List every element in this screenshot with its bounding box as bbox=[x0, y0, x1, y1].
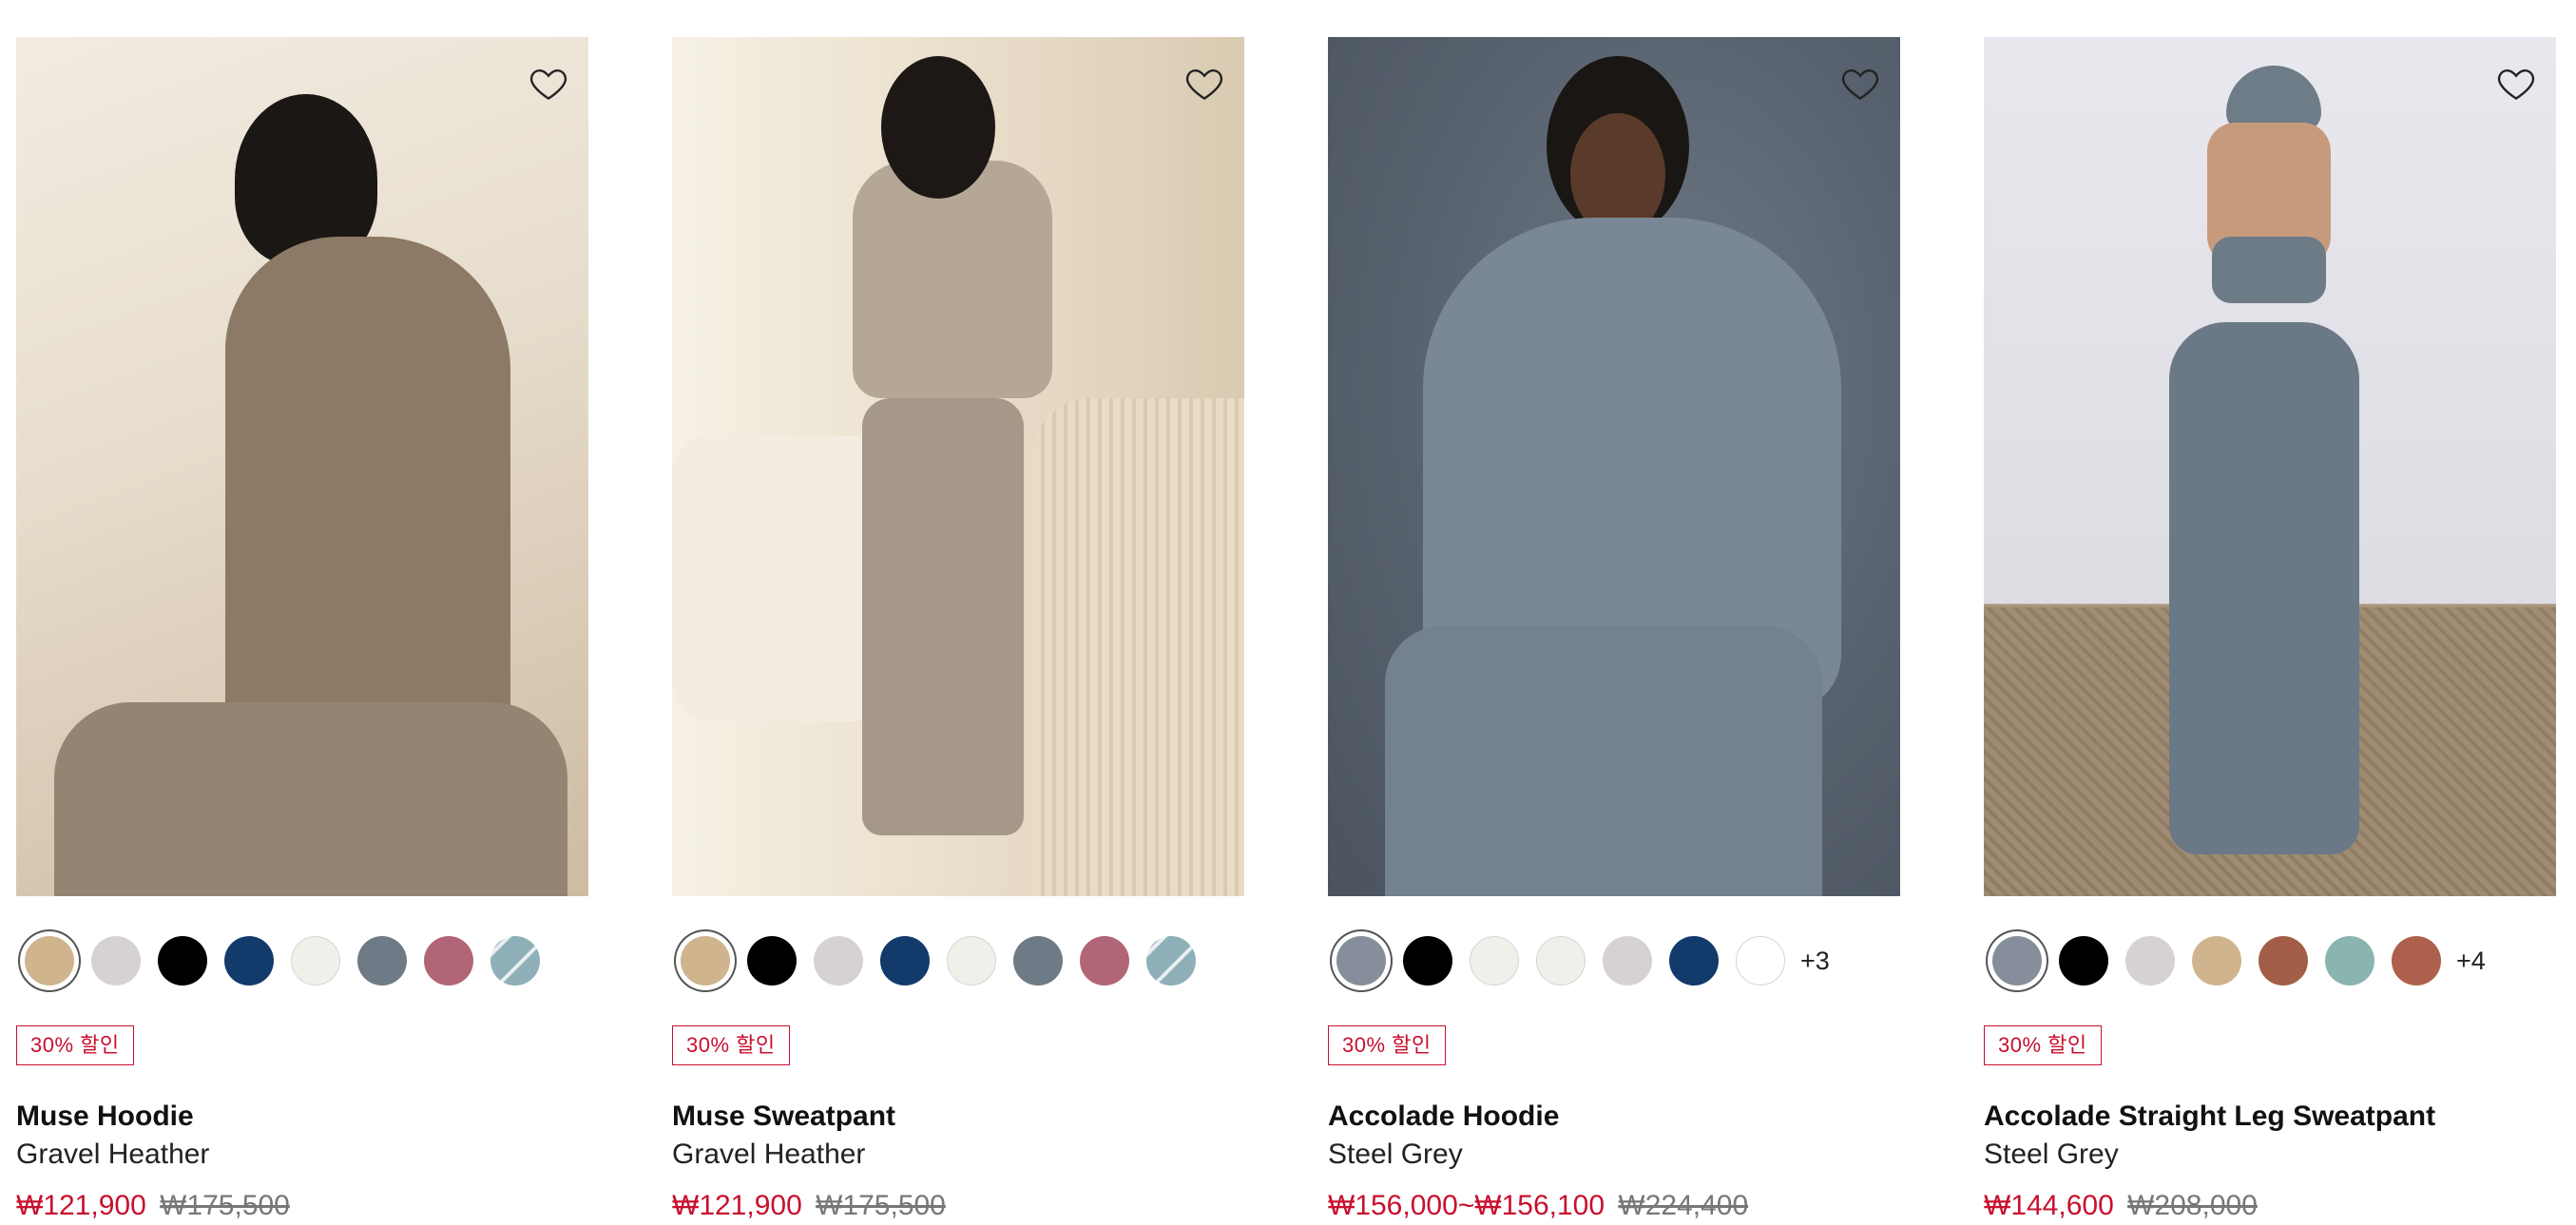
color-swatch[interactable] bbox=[947, 936, 996, 986]
original-price: ₩175,500 bbox=[160, 1190, 290, 1221]
color-swatch[interactable] bbox=[25, 936, 74, 986]
original-price: ₩175,500 bbox=[816, 1190, 946, 1221]
sale-price: ₩144,600 bbox=[1984, 1190, 2114, 1221]
color-swatch[interactable] bbox=[291, 936, 340, 986]
wishlist-heart-icon[interactable] bbox=[528, 63, 569, 105]
color-swatch[interactable] bbox=[880, 936, 930, 986]
color-swatch[interactable] bbox=[1536, 936, 1586, 986]
color-swatch[interactable] bbox=[2259, 936, 2308, 986]
sale-price: ₩156,000~₩156,100 bbox=[1328, 1190, 1605, 1221]
product-color-name: Gravel Heather bbox=[16, 1139, 210, 1170]
color-swatch[interactable] bbox=[1080, 936, 1129, 986]
color-swatches: +3 bbox=[1328, 928, 1900, 994]
product-card[interactable]: +4 30% 할인 Accolade Straight Leg Sweatpan… bbox=[1984, 37, 2556, 1225]
wishlist-heart-icon[interactable] bbox=[2495, 63, 2537, 105]
color-swatch[interactable] bbox=[1669, 936, 1719, 986]
color-swatch[interactable] bbox=[1736, 936, 1785, 986]
more-colors-link[interactable]: +3 bbox=[1800, 947, 1830, 976]
color-swatch[interactable] bbox=[424, 936, 473, 986]
color-swatch[interactable] bbox=[1013, 936, 1063, 986]
original-price: ₩224,400 bbox=[1618, 1190, 1749, 1221]
product-name[interactable]: Accolade Straight Leg Sweatpant bbox=[1984, 1100, 2556, 1134]
color-swatch[interactable] bbox=[2192, 936, 2241, 986]
color-swatches bbox=[16, 928, 588, 994]
price-row: ₩121,900 ₩175,500 bbox=[672, 1187, 1244, 1225]
product-card[interactable]: 30% 할인 Muse Hoodie Gravel Heather ₩121,9… bbox=[16, 37, 588, 1225]
color-swatch[interactable] bbox=[2125, 936, 2175, 986]
color-swatch[interactable] bbox=[91, 936, 141, 986]
discount-badge: 30% 할인 bbox=[672, 1025, 790, 1065]
product-name[interactable]: Muse Sweatpant bbox=[672, 1100, 1244, 1134]
discount-badge: 30% 할인 bbox=[1984, 1025, 2102, 1065]
wishlist-heart-icon[interactable] bbox=[1839, 63, 1881, 105]
discount-badge: 30% 할인 bbox=[16, 1025, 134, 1065]
discount-badge: 30% 할인 bbox=[1328, 1025, 1446, 1065]
product-name[interactable]: Muse Hoodie bbox=[16, 1100, 588, 1134]
color-swatch[interactable] bbox=[747, 936, 797, 986]
product-color-name: Steel Grey bbox=[1984, 1139, 2119, 1170]
color-swatch[interactable] bbox=[490, 936, 540, 986]
color-swatch[interactable] bbox=[1603, 936, 1652, 986]
product-name[interactable]: Accolade Hoodie bbox=[1328, 1100, 1900, 1134]
color-swatch[interactable] bbox=[2392, 936, 2441, 986]
product-image[interactable] bbox=[672, 37, 1244, 896]
color-swatch[interactable] bbox=[1992, 936, 2042, 986]
product-image[interactable] bbox=[16, 37, 588, 896]
color-swatch[interactable] bbox=[1470, 936, 1519, 986]
color-swatches bbox=[672, 928, 1244, 994]
price-row: ₩156,000~₩156,100 ₩224,400 bbox=[1328, 1187, 1900, 1225]
color-swatch[interactable] bbox=[681, 936, 730, 986]
color-swatch[interactable] bbox=[814, 936, 863, 986]
wishlist-heart-icon[interactable] bbox=[1183, 63, 1225, 105]
original-price: ₩208,000 bbox=[2127, 1190, 2258, 1221]
sale-price: ₩121,900 bbox=[672, 1190, 802, 1221]
product-image[interactable] bbox=[1328, 37, 1900, 896]
product-grid: 30% 할인 Muse Hoodie Gravel Heather ₩121,9… bbox=[16, 37, 2556, 1225]
color-swatch[interactable] bbox=[357, 936, 407, 986]
color-swatch[interactable] bbox=[2059, 936, 2108, 986]
product-color-name: Steel Grey bbox=[1328, 1139, 1463, 1170]
color-swatch[interactable] bbox=[1146, 936, 1196, 986]
product-card[interactable]: +3 30% 할인 Accolade Hoodie Steel Grey ₩15… bbox=[1328, 37, 1900, 1225]
product-color-name: Gravel Heather bbox=[672, 1139, 866, 1170]
sale-price: ₩121,900 bbox=[16, 1190, 146, 1221]
price-row: ₩144,600 ₩208,000 bbox=[1984, 1187, 2556, 1225]
more-colors-link[interactable]: +4 bbox=[2456, 947, 2486, 976]
product-image[interactable] bbox=[1984, 37, 2556, 896]
color-swatch[interactable] bbox=[1336, 936, 1386, 986]
color-swatch[interactable] bbox=[224, 936, 274, 986]
price-row: ₩121,900 ₩175,500 bbox=[16, 1187, 588, 1225]
product-card[interactable]: 30% 할인 Muse Sweatpant Gravel Heather ₩12… bbox=[672, 37, 1244, 1225]
color-swatch[interactable] bbox=[158, 936, 207, 986]
color-swatches: +4 bbox=[1984, 928, 2556, 994]
color-swatch[interactable] bbox=[1403, 936, 1452, 986]
color-swatch[interactable] bbox=[2325, 936, 2374, 986]
